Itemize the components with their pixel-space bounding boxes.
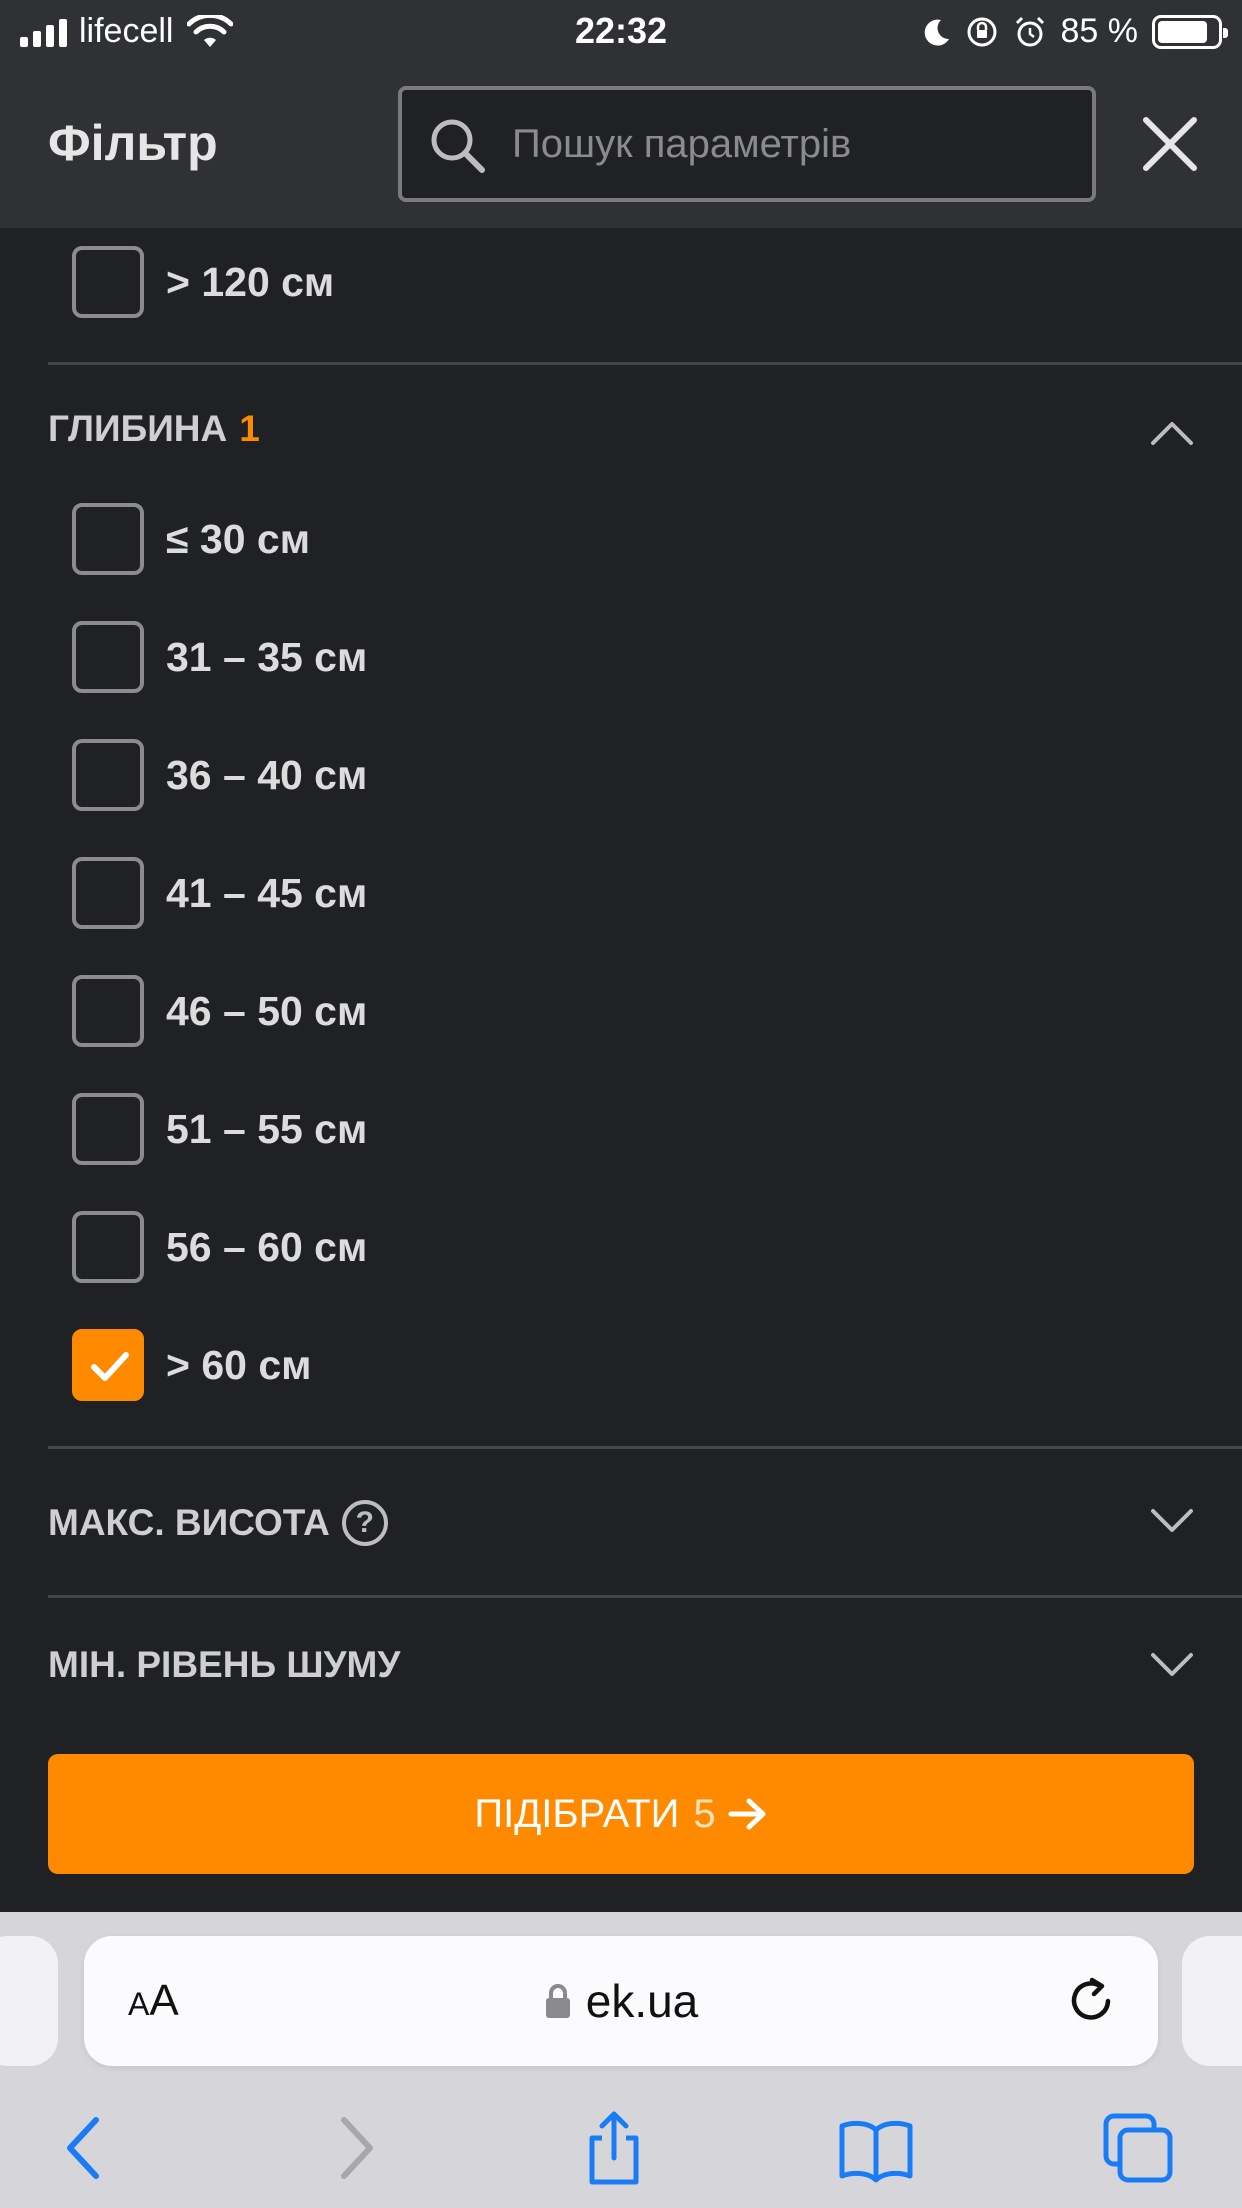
checkmark-icon — [91, 1352, 129, 1381]
url-text: ek.ua — [585, 1975, 699, 2027]
checkbox-label: 46 – 50 см — [166, 987, 368, 1034]
checkbox[interactable] — [72, 621, 144, 693]
checkbox-row[interactable]: ≤ 30 см — [72, 503, 310, 575]
selected-count-badge: 1 — [239, 408, 260, 449]
alarm-icon — [1015, 16, 1044, 46]
checkbox[interactable] — [72, 1211, 144, 1283]
section-title-depth[interactable]: ГЛИБИНА 1 — [48, 408, 260, 450]
battery-icon — [1152, 14, 1228, 49]
checkbox[interactable] — [72, 857, 144, 929]
apply-filter-button[interactable]: ПІДІБРАТИ 5 — [48, 1754, 1194, 1874]
moon-icon — [924, 19, 949, 46]
checkbox-row[interactable]: 56 – 60 см — [72, 1211, 367, 1283]
section-title-max-height[interactable]: МАКС. ВИСОТА ? — [48, 1500, 388, 1546]
checkbox[interactable] — [72, 1093, 144, 1165]
browser-toolbar — [0, 2098, 1242, 2208]
reload-icon[interactable] — [1064, 1974, 1118, 2028]
status-right: 85 % — [921, 12, 1228, 51]
checkbox[interactable] — [72, 975, 144, 1047]
url-display[interactable]: ek.ua — [84, 1974, 1158, 2028]
checkbox-row[interactable]: 31 – 35 см — [72, 621, 367, 693]
search-box[interactable] — [398, 86, 1096, 202]
close-icon[interactable] — [1140, 114, 1200, 174]
arrow-right-icon — [728, 1798, 766, 1830]
section-title-label: МАКС. ВИСОТА — [48, 1502, 330, 1543]
checkbox[interactable] — [72, 503, 144, 575]
checkbox-label: 51 – 55 см — [166, 1105, 368, 1152]
checkbox-label: ≤ 30 см — [166, 515, 311, 562]
help-icon[interactable]: ? — [341, 1500, 388, 1546]
tabs-icon[interactable] — [1098, 2108, 1178, 2188]
forward-icon[interactable] — [314, 2108, 394, 2188]
section-title-noise[interactable]: МІН. РІВЕНЬ ШУМУ — [48, 1644, 400, 1686]
divider — [48, 362, 1242, 365]
checkbox-label: 56 – 60 см — [166, 1223, 368, 1270]
chevron-down-icon[interactable] — [1150, 1652, 1194, 1678]
checkbox-label: 41 – 45 см — [166, 869, 368, 916]
battery-percent: 85 % — [1060, 12, 1139, 50]
search-icon — [431, 119, 485, 173]
checkbox-label: 36 – 40 см — [166, 751, 368, 798]
lock-icon — [545, 1984, 570, 2018]
bookmarks-icon[interactable] — [836, 2108, 916, 2188]
filter-header: Фільтр — [0, 64, 1242, 228]
divider — [48, 1595, 1242, 1598]
section-title-label: МІН. РІВЕНЬ ШУМУ — [48, 1644, 401, 1685]
checkbox-row[interactable]: 36 – 40 см — [72, 739, 367, 811]
checkbox[interactable] — [72, 739, 144, 811]
checkbox-label: 31 – 35 см — [166, 633, 368, 680]
checkbox-row[interactable]: 46 – 50 см — [72, 975, 367, 1047]
result-count: 5 — [693, 1791, 716, 1836]
next-tab-peek[interactable] — [1182, 1936, 1242, 2066]
checkbox-row[interactable]: 51 – 55 см — [72, 1093, 367, 1165]
checkbox-label: > 120 см — [166, 258, 335, 305]
search-input[interactable] — [512, 90, 1072, 198]
apply-filter-label: ПІДІБРАТИ — [474, 1791, 680, 1836]
status-bar: lifecell 22:32 85 % — [0, 0, 1242, 64]
section-title-label: ГЛИБИНА — [48, 408, 228, 449]
share-icon[interactable] — [574, 2108, 654, 2188]
checkbox[interactable] — [72, 246, 144, 318]
previous-tab-peek[interactable] — [0, 1936, 58, 2066]
chevron-down-icon[interactable] — [1150, 1508, 1194, 1534]
page-title: Фільтр — [48, 115, 218, 171]
checkbox-row[interactable]: > 120 см — [72, 246, 334, 318]
checkbox-row[interactable]: > 60 см — [72, 1329, 311, 1401]
orientation-lock-icon — [967, 17, 996, 46]
checkbox-label: > 60 см — [166, 1341, 312, 1388]
browser-chrome: AA ek.ua — [0, 1912, 1242, 2208]
back-icon[interactable] — [46, 2108, 126, 2188]
checkbox-checked[interactable] — [72, 1329, 144, 1401]
divider — [48, 1446, 1242, 1449]
address-bar[interactable]: AA ek.ua — [84, 1936, 1158, 2066]
checkbox-row[interactable]: 41 – 45 см — [72, 857, 367, 929]
chevron-up-icon[interactable] — [1150, 420, 1194, 446]
